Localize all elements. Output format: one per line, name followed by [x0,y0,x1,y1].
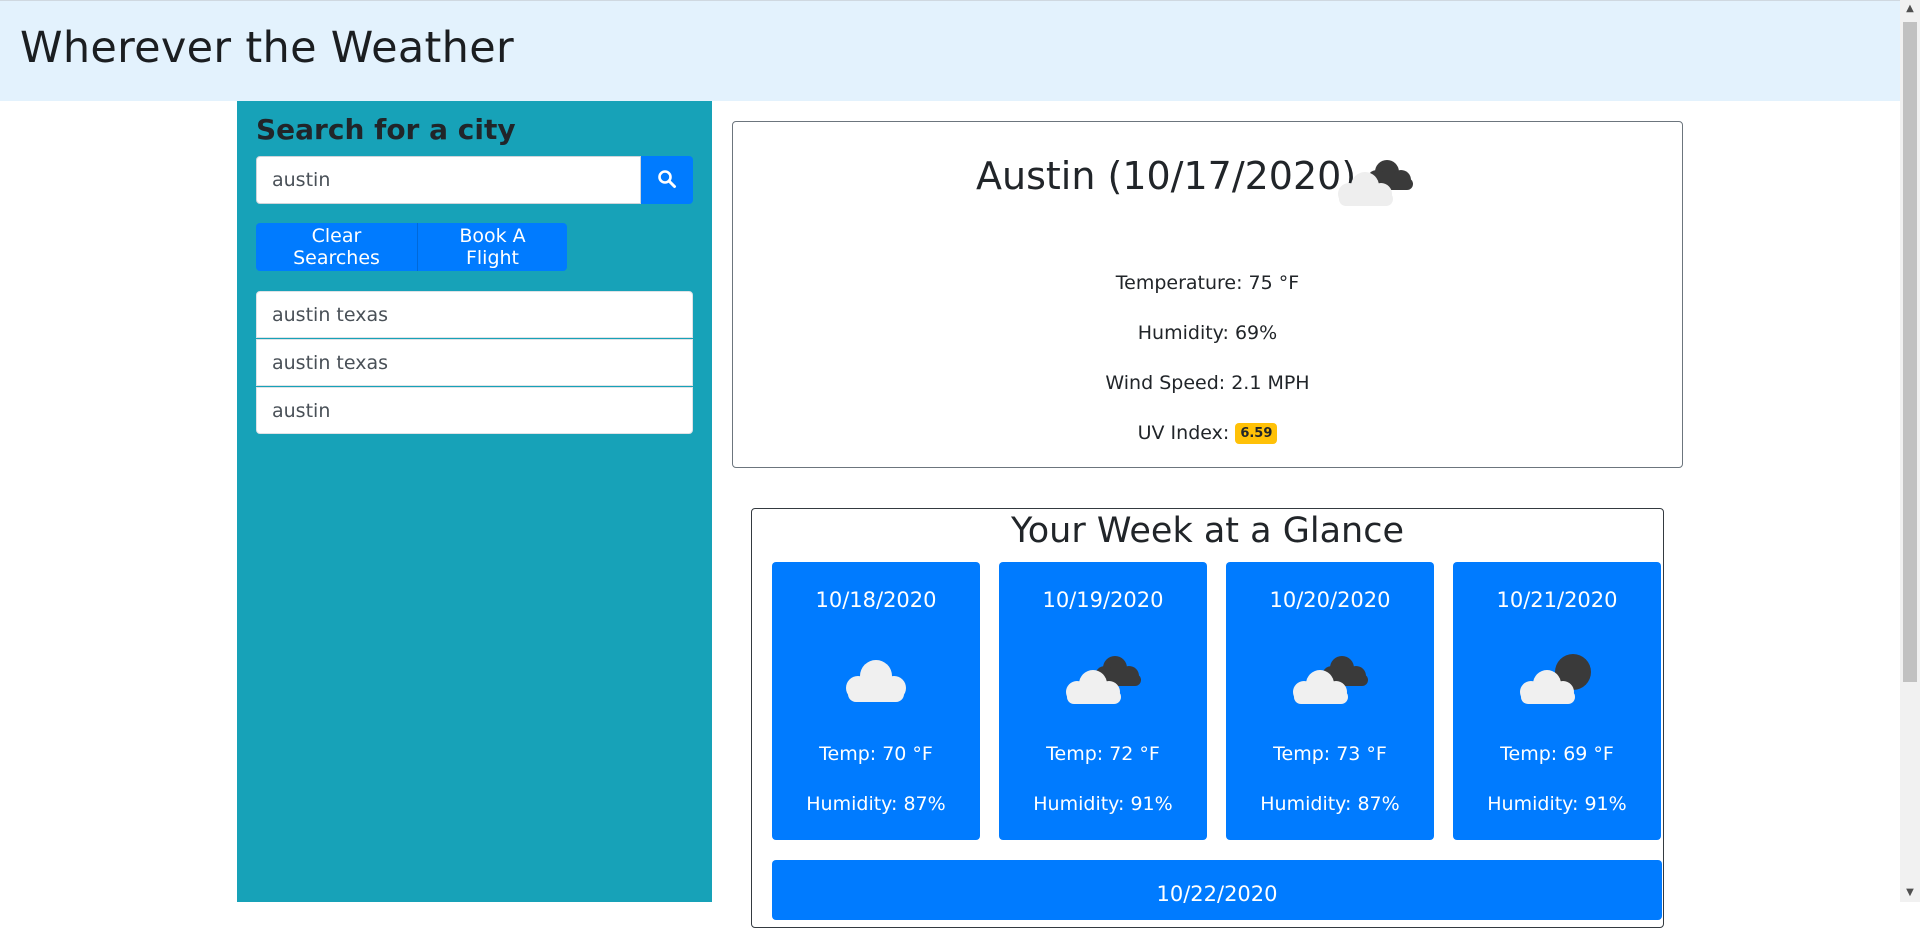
forecast-date: 10/21/2020 [1496,588,1618,612]
clear-searches-button[interactable]: Clear Searches [256,223,417,271]
current-humidity: Humidity: 69% [1137,322,1278,344]
forecast-card: 10/20/2020 Temp: 73 °F Humidity: 87% [1226,562,1434,840]
forecast-humidity: Humidity: 91% [1033,793,1173,815]
forecast-temp: Temp: 70 °F [819,743,933,765]
search-heading: Search for a city [256,113,516,146]
forecast-temp: Temp: 72 °F [1046,743,1160,765]
cloud-night-icon [1511,650,1603,714]
scrollbar-thumb[interactable] [1903,22,1917,682]
forecast-humidity: Humidity: 87% [1260,793,1400,815]
uv-label: UV Index: [1137,422,1230,444]
navbar: Wherever the Weather [0,0,1900,101]
history-item[interactable]: austin [256,387,693,434]
forecast-card: 10/21/2020 Temp: 69 °F Humidity: 91% [1453,562,1661,840]
broken-clouds-icon [1284,650,1376,714]
forecast-date: 10/22/2020 [1156,882,1278,906]
current-wind-speed: Wind Speed: 2.1 MPH [1105,372,1310,394]
search-button[interactable] [641,156,693,204]
forecast-card: 10/18/2020 Temp: 70 °F Humidity: 87% [772,562,980,840]
search-icon [657,169,677,192]
broken-clouds-icon [1329,152,1421,216]
forecast-card: 10/22/2020 [772,860,1662,920]
scroll-up-icon[interactable]: ▲ [1900,0,1920,18]
current-uv-row: UV Index: 6.59 [733,422,1682,444]
current-temperature: Temperature: 75 °F [1115,272,1300,294]
forecast-date: 10/20/2020 [1269,588,1391,612]
cloud-icon [830,650,922,714]
uv-index-badge: 6.59 [1235,423,1278,444]
forecast-temp: Temp: 73 °F [1273,743,1387,765]
page-scrollbar[interactable]: ▲ ▼ [1900,0,1920,902]
forecast-card: 10/19/2020 Temp: 72 °F Humidity: 91% [999,562,1207,840]
history-item[interactable]: austin texas [256,291,693,338]
book-flight-button[interactable]: Book A Flight [417,223,567,271]
forecast-date: 10/19/2020 [1042,588,1164,612]
forecast-humidity: Humidity: 87% [806,793,946,815]
broken-clouds-icon [1057,650,1149,714]
city-date-title: Austin (10/17/2020) [976,154,1357,198]
city-search-input[interactable] [256,156,641,204]
forecast-temp: Temp: 69 °F [1500,743,1614,765]
app-title: Wherever the Weather [20,23,514,73]
current-weather-card: Austin (10/17/2020) Temperature: 75 °F H… [732,121,1683,468]
forecast-humidity: Humidity: 91% [1487,793,1627,815]
search-history-list: austin texas austin texas austin [256,291,693,435]
sidebar: Search for a city Clear Searches Book A … [237,101,712,902]
scroll-down-icon[interactable]: ▼ [1900,884,1920,902]
history-item[interactable]: austin texas [256,339,693,386]
forecast-heading: Your Week at a Glance [1011,511,1404,551]
forecast-date: 10/18/2020 [815,588,937,612]
